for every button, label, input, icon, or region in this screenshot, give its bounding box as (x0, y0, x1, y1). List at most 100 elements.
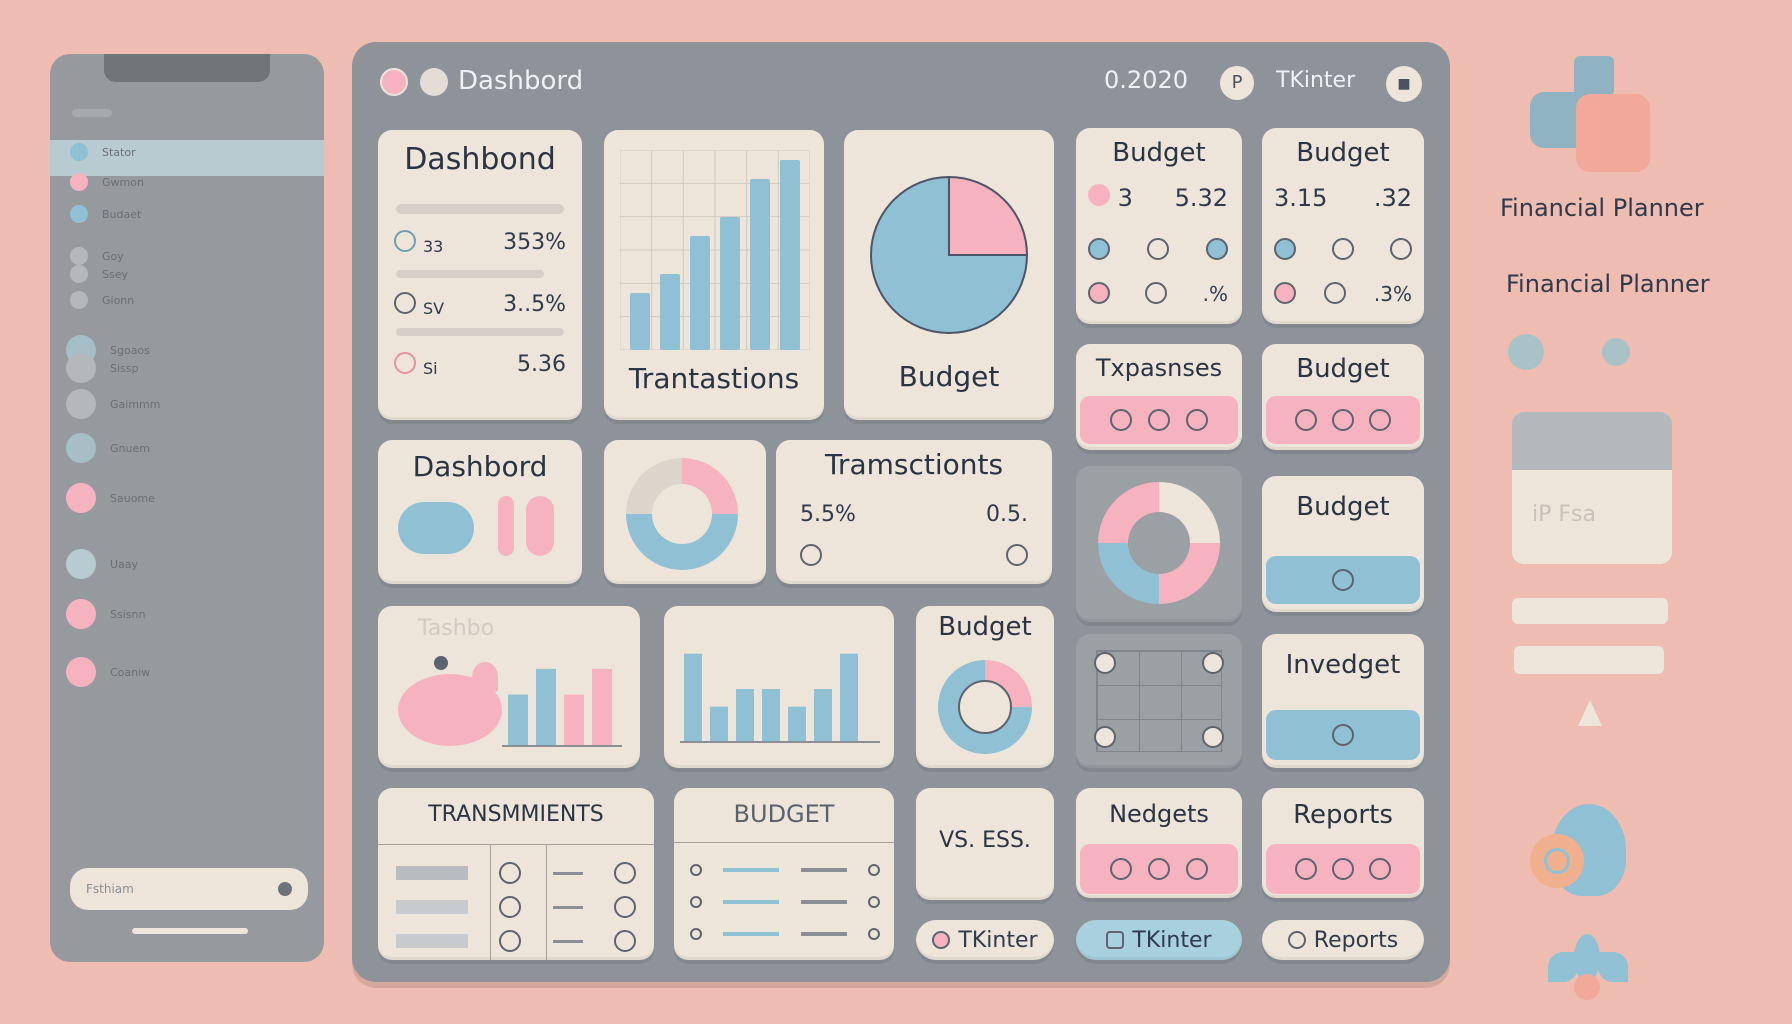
dot-icon (1368, 409, 1391, 431)
bar-chart-card[interactable] (664, 606, 894, 768)
piggy-bank-title: Tashbo (418, 616, 495, 641)
sidebar-item[interactable]: Stator (64, 138, 304, 166)
settings-button[interactable]: ■ (1386, 66, 1422, 102)
invedget-card[interactable]: Invedget (1262, 634, 1424, 768)
corner-dot-icon[interactable] (1202, 652, 1224, 674)
sidebar-item-label: Coaniw (110, 665, 151, 679)
budget-a-icons (1088, 238, 1228, 260)
sidebar-input[interactable]: Fsthiam (70, 868, 308, 910)
budget-card-d[interactable]: Budget (1262, 476, 1424, 612)
toggle-switch[interactable] (398, 502, 474, 554)
slider-handle-pink[interactable] (526, 496, 554, 556)
donut-card[interactable] (604, 440, 766, 584)
row-value: 3..5% (503, 292, 566, 317)
transactions-2-row: 5.5% 0.5. (800, 502, 1028, 527)
dashboard-card[interactable]: Dashbond 33 353% SV 3..5% Si 5.36 (378, 130, 582, 420)
gray-donut-card[interactable] (1076, 466, 1242, 622)
budget-b-row: 3.15 .32 (1274, 184, 1412, 212)
budget-card-e[interactable]: Budget (916, 606, 1054, 768)
corner-dot-icon[interactable] (1202, 726, 1224, 748)
slider-handle-pink[interactable] (498, 496, 514, 556)
sidebar-footer-bar (132, 928, 248, 934)
budget-d-control[interactable] (1266, 556, 1420, 604)
reports-card[interactable]: Reports (1262, 788, 1424, 898)
corner-dot-icon[interactable] (1094, 652, 1116, 674)
sidebar-item-icon (66, 657, 96, 687)
list-item[interactable] (690, 896, 880, 908)
budget-b-value1: 3.15 (1274, 184, 1328, 212)
expenses-controls[interactable] (1080, 396, 1238, 444)
budget-pie-card[interactable]: Budget (844, 130, 1054, 420)
user-avatar[interactable]: P (1220, 66, 1254, 100)
grid-card[interactable] (1076, 634, 1242, 768)
dial-icon (1332, 569, 1354, 591)
transactions-2-value2: 0.5. (986, 502, 1028, 527)
sidebar-item[interactable]: Coaniw (64, 657, 304, 687)
preview-card[interactable]: iP Fsa (1512, 412, 1672, 564)
table-row[interactable] (396, 896, 636, 918)
dial-icon (1331, 858, 1354, 880)
sidebar-item[interactable]: Ssey (64, 260, 304, 288)
tkinter-button-2[interactable]: TKinter (1076, 920, 1242, 960)
sidebar-item-icon (70, 291, 88, 309)
nedgets-card[interactable]: Nedgets (1076, 788, 1242, 898)
bar (690, 236, 710, 350)
sidebar-item[interactable]: Gnuem (64, 433, 304, 463)
sidebar-item[interactable]: Gwmon (64, 168, 304, 196)
sidebar-item[interactable]: Uaay (64, 549, 304, 579)
nedgets-title: Nedgets (1109, 800, 1209, 828)
progress-track (396, 328, 564, 336)
sidebar-item[interactable]: Sissp (64, 353, 304, 383)
coin-icon (394, 292, 416, 314)
sidebar-item-label: Uaay (110, 557, 139, 571)
sidebar-item[interactable]: Gaimmm (64, 389, 304, 419)
sidebar-item[interactable]: Sauome (64, 483, 304, 513)
dial-icon (1332, 724, 1354, 746)
dashboard-row-1: 33 353% (394, 230, 566, 258)
sidebar-item-icon (70, 265, 88, 283)
table-row[interactable] (396, 930, 636, 952)
budget-card-a[interactable]: Budget 3 5.32 .% (1076, 128, 1242, 324)
toggle-dot-icon[interactable] (1508, 334, 1544, 370)
dot-icon[interactable] (800, 544, 822, 566)
budget-c-controls[interactable] (1266, 396, 1420, 444)
tkinter-button-1[interactable]: TKinter (916, 920, 1054, 960)
dot-icon (690, 896, 702, 908)
toggle-dot-icon[interactable] (1602, 338, 1630, 366)
sidebar-item[interactable]: Ssisnn (64, 599, 304, 629)
transmiments-card[interactable]: TRANSMMIENTS (378, 788, 654, 960)
coin-icon (434, 656, 448, 670)
budget-list-title: BUDGET (733, 800, 835, 828)
reports-button-label: Reports (1313, 927, 1399, 953)
sidebar-item[interactable]: Budaet (64, 200, 304, 228)
budget-card-c[interactable]: Budget (1262, 344, 1424, 450)
list-item[interactable] (690, 928, 880, 940)
bar (564, 694, 584, 746)
budget-list-card[interactable]: BUDGET (674, 788, 894, 960)
window-dot-light[interactable] (420, 68, 448, 96)
transactions-card-2[interactable]: Tramsctionts 5.5% 0.5. (776, 440, 1052, 584)
dashboard-2-title: Dashbord (412, 450, 548, 483)
invedget-control[interactable] (1266, 710, 1420, 760)
nedgets-controls[interactable] (1080, 844, 1238, 894)
vs-card[interactable]: VS. ESS. (916, 788, 1054, 900)
budget-pie-chart (870, 175, 1029, 334)
reports-controls[interactable] (1266, 844, 1420, 894)
preview-line (1514, 646, 1664, 674)
table-row[interactable] (396, 862, 636, 884)
financial-planner-label-1: Financial Planner (1500, 194, 1704, 222)
budget-card-b[interactable]: Budget 3.15 .32 .3% (1262, 128, 1424, 324)
row-value: 5.36 (517, 352, 566, 377)
budget-b-percent: .3% (1373, 282, 1412, 306)
sidebar-item[interactable]: Gionn (64, 286, 304, 314)
window-dot-pink[interactable] (380, 68, 408, 96)
transactions-chart-card[interactable]: Trantastions (604, 130, 824, 420)
expenses-card[interactable]: Txpasnses (1076, 344, 1242, 450)
list-item[interactable] (690, 864, 880, 876)
piggy-bank-card[interactable]: Tashbo (378, 606, 640, 768)
sidebar-item-icon (66, 599, 96, 629)
dashboard-card-2[interactable]: Dashbord (378, 440, 582, 584)
dot-icon[interactable] (1006, 544, 1028, 566)
corner-dot-icon[interactable] (1094, 726, 1116, 748)
reports-button[interactable]: Reports (1262, 920, 1424, 960)
